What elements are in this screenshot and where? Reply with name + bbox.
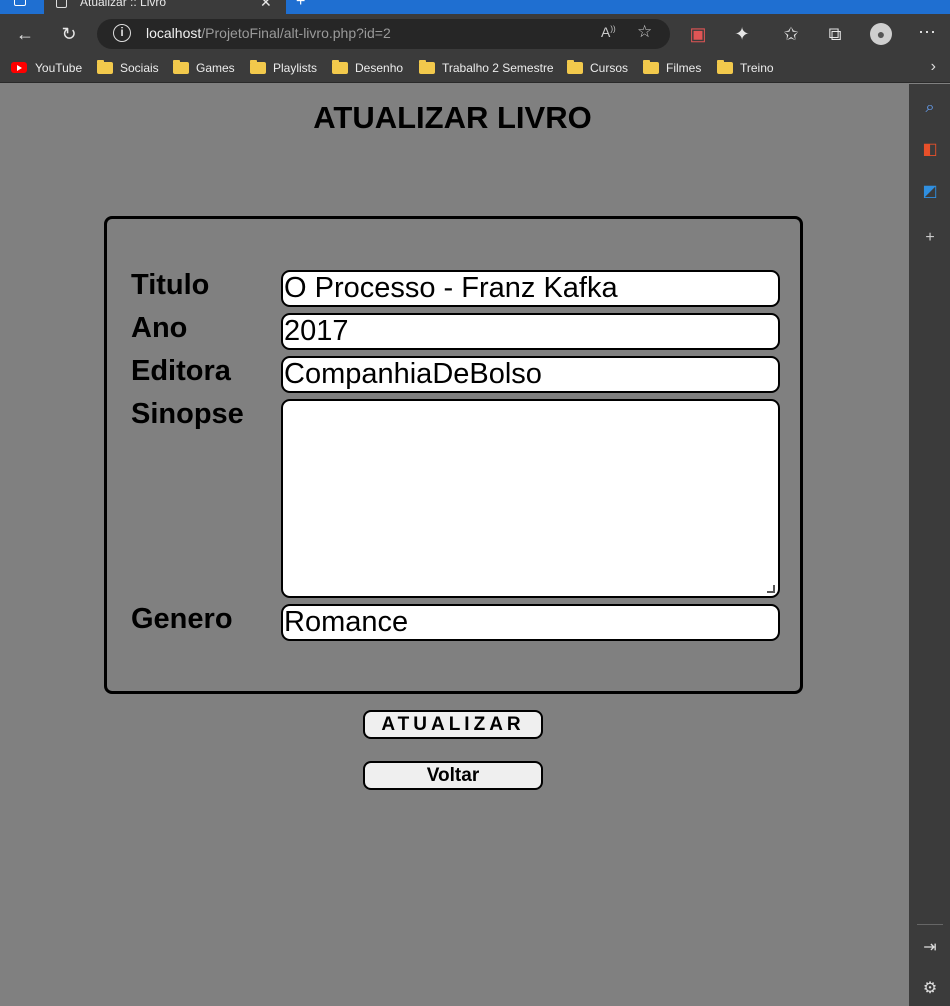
search-icon[interactable]: ⌕ [921, 99, 939, 117]
folder-icon [332, 60, 348, 74]
folder-icon [567, 60, 583, 74]
genero-input[interactable]: Romance [281, 604, 780, 641]
sinopse-textarea[interactable] [281, 399, 780, 598]
bookmark-folder-desenho[interactable]: Desenho [332, 59, 403, 77]
url-path: /ProjetoFinal/alt-livro.php?id=2 [201, 25, 391, 41]
editora-label: Editora [131, 355, 231, 387]
ano-label: Ano [131, 312, 188, 344]
bookmark-folder-games[interactable]: Games [173, 59, 235, 77]
folder-icon [97, 60, 113, 74]
extension-icon[interactable]: ▣ [687, 24, 709, 44]
bookmark-label: Trabalho 2 Semestre [442, 61, 554, 75]
address-bar[interactable]: i localhost/ProjetoFinal/alt-livro.php?i… [97, 19, 670, 49]
bookmark-folder-treino[interactable]: Treino [717, 59, 774, 77]
book-form: Titulo O Processo - Franz Kafka Ano 2017… [104, 216, 803, 694]
bookmark-label: Cursos [590, 61, 629, 75]
tab-close-icon[interactable]: ✕ [260, 0, 272, 11]
profile-avatar-icon[interactable]: ● [870, 23, 892, 45]
bookmark-label: Playlists [273, 61, 318, 75]
refresh-icon[interactable]: ↻ [58, 24, 80, 44]
sidebar-divider [917, 924, 943, 925]
site-info-icon[interactable]: i [113, 24, 131, 42]
url-text[interactable]: localhost/ProjetoFinal/alt-livro.php?id=… [146, 25, 391, 41]
chevron-right-icon[interactable]: › [931, 58, 936, 76]
tab-strip: Atualizar :: Livro ✕ + [0, 0, 950, 14]
favorites-icon[interactable]: ✩ [780, 24, 802, 44]
bookmark-label: YouTube [35, 61, 83, 75]
folder-icon [419, 60, 435, 74]
bookmark-folder-filmes[interactable]: Filmes [643, 59, 701, 77]
folder-icon [643, 60, 659, 74]
bookmark-label: Desenho [355, 61, 404, 75]
bookmark-folder-trabalho[interactable]: Trabalho 2 Semestre [419, 59, 554, 77]
new-tab-icon[interactable]: + [296, 0, 305, 11]
resize-grip-icon[interactable] [767, 585, 775, 593]
hide-sidebar-icon[interactable]: ⇥ [921, 939, 939, 957]
bookmark-folder-sociais[interactable]: Sociais [97, 59, 159, 77]
editora-input[interactable]: CompanhiaDeBolso [281, 356, 780, 393]
add-favorite-icon[interactable]: ☆ [637, 22, 652, 42]
tab-active[interactable]: Atualizar :: Livro ✕ [44, 0, 286, 14]
bookmark-folder-playlists[interactable]: Playlists [250, 59, 317, 77]
sinopse-label: Sinopse [131, 398, 244, 430]
bookmark-label: Filmes [666, 61, 702, 75]
folder-icon [173, 60, 189, 74]
bookmark-label: Sociais [120, 61, 159, 75]
titulo-label: Titulo [131, 269, 210, 301]
back-icon[interactable]: ← [14, 24, 36, 44]
folder-icon [717, 60, 733, 74]
tab-title: Atualizar :: Livro [80, 0, 167, 9]
bookmark-label: Treino [740, 61, 774, 75]
bookmarks-bar: YouTube Sociais Games Playlists Desenho … [0, 54, 950, 83]
read-aloud-icon[interactable]: A)) [601, 24, 616, 40]
gear-icon[interactable]: ⚙ [921, 980, 939, 998]
extensions-puzzle-icon[interactable]: ✦ [731, 24, 753, 44]
edge-sidebar: ⌕ ◧ ◩ + ⇥ ⚙ [909, 84, 950, 1006]
titulo-input[interactable]: O Processo - Franz Kafka [281, 270, 780, 307]
folder-icon [250, 60, 266, 74]
tab-actions-icon[interactable] [14, 0, 26, 6]
office-icon[interactable]: ◧ [921, 141, 939, 159]
bookmark-folder-cursos[interactable]: Cursos [567, 59, 628, 77]
settings-more-icon[interactable]: ⋯ [916, 22, 938, 42]
voltar-button[interactable]: Voltar [363, 761, 543, 790]
collections-icon[interactable]: ⧉ [824, 24, 846, 44]
bookmark-label: Games [196, 61, 235, 75]
page-viewport: ATUALIZAR LIVRO Titulo O Processo - Fran… [0, 84, 909, 1006]
page-favicon-icon [56, 0, 67, 8]
page-title: ATUALIZAR LIVRO [313, 100, 592, 135]
url-host: localhost [146, 25, 202, 41]
ano-input[interactable]: 2017 [281, 313, 780, 350]
youtube-icon [11, 62, 27, 73]
genero-label: Genero [131, 603, 233, 635]
bookmark-youtube[interactable]: YouTube [11, 59, 82, 77]
atualizar-button[interactable]: ATUALIZAR [363, 710, 543, 739]
add-sidebar-app-icon[interactable]: + [921, 229, 939, 247]
outlook-icon[interactable]: ◩ [921, 183, 939, 201]
browser-toolbar: ← ↻ i localhost/ProjetoFinal/alt-livro.p… [0, 14, 950, 54]
